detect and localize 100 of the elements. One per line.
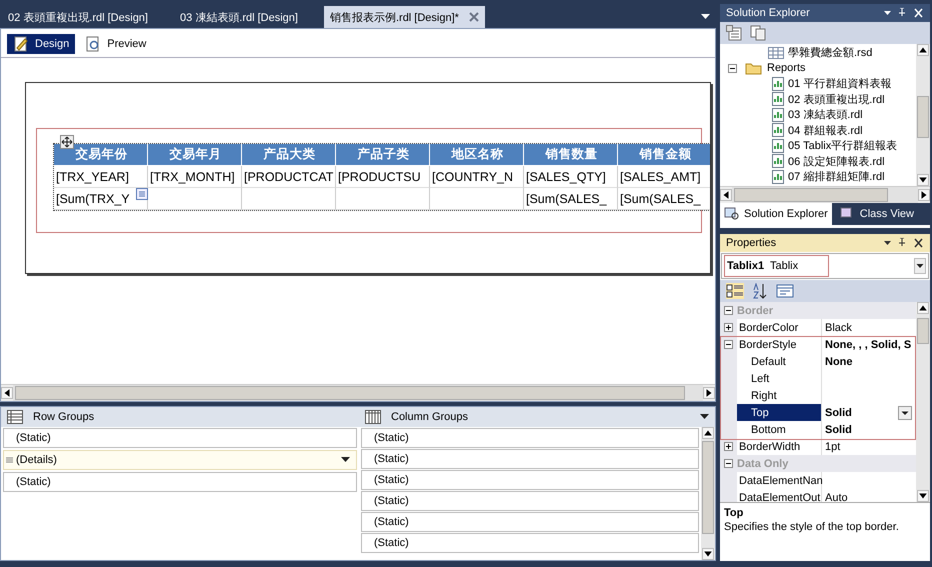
property-name[interactable]: Top <box>737 404 821 421</box>
row-group-item[interactable]: (Static) <box>3 428 357 448</box>
view-tab[interactable]: Preview <box>79 34 152 54</box>
property-name[interactable]: BorderWidth <box>737 438 821 455</box>
vertical-scrollbar[interactable] <box>916 302 930 502</box>
view-tab[interactable]: Design <box>7 34 76 54</box>
property-name[interactable]: BorderStyle <box>737 336 821 353</box>
panel-tab[interactable]: Class View <box>836 203 918 225</box>
files-icon[interactable] <box>750 25 766 41</box>
panel-title: Properties <box>726 237 776 249</box>
property-name[interactable]: DataElementNan <box>737 472 821 489</box>
scroll-left-icon[interactable] <box>1 387 13 399</box>
move-handle-icon[interactable] <box>60 135 74 149</box>
horizontal-scrollbar[interactable] <box>1 384 715 401</box>
scroll-thumb[interactable] <box>917 318 929 344</box>
tree-item[interactable]: 05 Tablix平行群組報表 <box>788 138 898 154</box>
property-value[interactable]: Auto <box>825 492 848 502</box>
dropdown-button[interactable] <box>914 258 926 274</box>
scroll-up-icon[interactable] <box>917 302 929 314</box>
property-name[interactable]: Left <box>737 370 821 387</box>
property-value[interactable]: None, , , Solid, S <box>825 338 912 350</box>
scroll-up-icon[interactable] <box>917 44 929 56</box>
scroll-right-icon[interactable] <box>703 387 715 399</box>
scroll-left-icon[interactable] <box>720 189 732 201</box>
tree-item[interactable]: 04 群組報表.rdl <box>788 122 863 138</box>
row-group-item[interactable]: (Details) <box>3 450 357 470</box>
property-name[interactable]: BorderColor <box>737 319 821 336</box>
expression-icon <box>136 188 148 200</box>
property-value[interactable]: 1pt <box>825 440 840 452</box>
document-tab[interactable]: 销售报表示例.rdl [Design]* <box>324 6 485 28</box>
document-tab[interactable]: 03 凍結表頭.rdl [Design] <box>174 6 304 28</box>
tree-item[interactable]: 學雜費總金額.rsd <box>788 45 872 60</box>
collapse-icon[interactable] <box>724 459 733 468</box>
expand-icon[interactable] <box>724 442 733 451</box>
column-group-item[interactable]: (Static) <box>361 449 699 469</box>
report-icon <box>772 123 784 138</box>
horizontal-scrollbar[interactable] <box>720 186 930 203</box>
property-name[interactable]: Default <box>737 353 821 370</box>
tree-item[interactable]: 03 凍結表頭.rdl <box>788 107 863 122</box>
report-icon <box>772 108 784 122</box>
window-controls-icon[interactable] <box>884 238 924 248</box>
scroll-down-icon[interactable] <box>917 174 929 186</box>
property-name[interactable]: Right <box>737 387 821 404</box>
column-group-item[interactable]: (Static) <box>361 491 699 511</box>
property-value[interactable]: Black <box>825 322 852 334</box>
table-cell: [TRX_YEAR] <box>54 166 148 188</box>
property-name[interactable]: DataElementOut <box>737 489 821 502</box>
scroll-thumb[interactable] <box>734 188 888 202</box>
scroll-right-icon[interactable] <box>918 189 930 201</box>
tree-item[interactable]: Reports <box>767 62 806 74</box>
object-selector[interactable]: Tablix1 Tablix <box>724 255 830 277</box>
column-header: 销售金额 <box>618 144 710 166</box>
properties-icon[interactable] <box>726 25 742 41</box>
row-group-item[interactable]: (Static) <box>3 472 357 492</box>
report-icon <box>772 170 784 184</box>
dropdown-icon[interactable] <box>701 14 710 20</box>
property-value[interactable]: Solid <box>825 406 852 418</box>
scroll-down-icon[interactable] <box>702 548 714 560</box>
table-cell: [SALES_QTY] <box>524 166 618 188</box>
column-group-item[interactable]: (Static) <box>361 512 699 532</box>
vertical-scrollbar[interactable] <box>701 427 715 560</box>
column-group-item[interactable]: (Static) <box>361 428 699 448</box>
collapse-icon[interactable] <box>724 306 733 315</box>
tree-item[interactable]: 07 縮排群組矩陣.rdl <box>788 169 885 184</box>
dropdown-button[interactable] <box>898 406 912 420</box>
scroll-down-icon[interactable] <box>917 490 929 502</box>
dropdown-icon[interactable] <box>341 457 350 463</box>
categorized-icon[interactable] <box>726 283 744 299</box>
property-pages-icon[interactable] <box>776 283 794 299</box>
scroll-up-icon[interactable] <box>702 427 714 439</box>
column-header: 交易年月 <box>148 144 242 166</box>
report-icon <box>772 92 784 106</box>
collapse-icon[interactable] <box>728 64 737 73</box>
column-group-item[interactable]: (Static) <box>361 533 699 553</box>
property-value[interactable]: Solid <box>825 424 852 436</box>
vertical-scrollbar[interactable] <box>916 44 930 186</box>
collapse-icon[interactable] <box>724 340 733 349</box>
document-tab[interactable]: 02 表頭重複出現.rdl [Design] <box>2 6 154 28</box>
property-name[interactable]: Bottom <box>737 421 821 438</box>
close-icon[interactable] <box>468 12 479 22</box>
details-icon <box>6 457 13 463</box>
expand-icon[interactable] <box>724 323 733 332</box>
report-icon <box>772 76 784 91</box>
sort-icon[interactable] <box>752 283 768 299</box>
folder-icon <box>745 62 763 75</box>
pane-title: Row Groups <box>33 411 94 423</box>
scroll-thumb[interactable] <box>917 96 929 138</box>
window-controls-icon[interactable] <box>884 8 924 18</box>
scroll-thumb[interactable] <box>702 441 714 534</box>
tree-item[interactable]: 01 平行群組資料表報 <box>788 76 892 92</box>
tree-item[interactable]: 02 表頭重複出現.rdl <box>788 92 885 107</box>
property-value[interactable]: None <box>825 356 852 368</box>
column-header: 地区名称 <box>430 144 524 166</box>
column-group-item[interactable]: (Static) <box>361 470 699 490</box>
tablix[interactable]: 交易年份 交易年月 产品大类 产品子类 地区名称 销售数量 销售金额 [TRX_YEAR] [TRX_MONTH] [PRODUCTCAT [PRODUCTSU [COUNTRY_N [SALES_QTY] [SALES_AMT] [Sum(TRX_Y [Sum(SALES_ [Sum(SALES_ <box>53 143 710 211</box>
table-cell: [COUNTRY_N <box>430 166 524 188</box>
panel-tab[interactable]: Solution Explorer <box>720 203 832 225</box>
tree-item[interactable]: 06 設定矩陣報表.rdl <box>788 154 885 169</box>
dropdown-icon[interactable] <box>700 414 709 420</box>
scroll-thumb[interactable] <box>15 386 685 400</box>
